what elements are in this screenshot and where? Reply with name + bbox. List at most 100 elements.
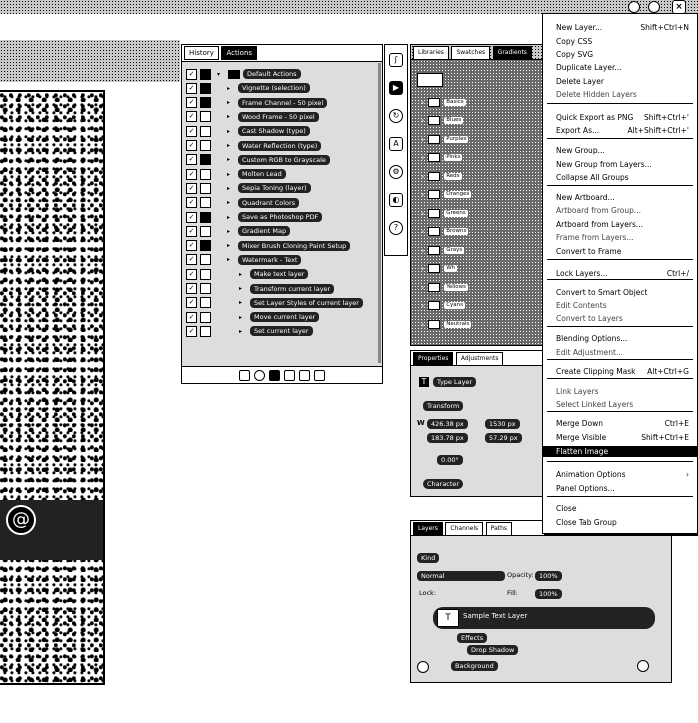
menu-item[interactable]: Create Clipping Mask Alt+Ctrl+G [543, 366, 697, 377]
tab-swatches[interactable]: Swatches [451, 46, 491, 60]
adjust-icon[interactable]: ◐ [389, 193, 403, 207]
expand-arrow-icon[interactable]: ▸ [227, 156, 235, 163]
checkmark-icon[interactable]: ✓ [186, 125, 197, 137]
checkmark-icon[interactable]: ✓ [186, 68, 197, 80]
gradient-folder[interactable]: › Blues [421, 116, 511, 126]
action-row[interactable]: ✓ ▸ Gradient Map [186, 224, 376, 238]
dialog-toggle-icon[interactable] [200, 311, 211, 323]
expand-arrow-icon[interactable]: › [421, 283, 424, 292]
search-icon[interactable] [628, 1, 640, 13]
filter-kind[interactable]: Kind [417, 553, 440, 563]
action-row[interactable]: ✓ ▸ Vignette (selection) [186, 81, 376, 95]
action-row[interactable]: ✓ ▸ Custom RGB to Grayscale [186, 153, 376, 167]
checkmark-icon[interactable]: ✓ [186, 82, 197, 94]
new-action-icon[interactable] [299, 369, 310, 381]
tab-channels[interactable]: Channels [445, 522, 484, 536]
tab-history[interactable]: History [184, 46, 219, 60]
expand-arrow-icon[interactable]: ▸ [227, 85, 235, 92]
tab-layers[interactable]: Layers [413, 522, 443, 536]
expand-arrow-icon[interactable]: ▸ [227, 171, 235, 178]
menu-item[interactable]: Artboard from Layers... [543, 219, 697, 230]
action-row[interactable]: ✓ ▸ Frame Channel - 50 pixel [186, 96, 376, 110]
close-icon[interactable]: × [672, 0, 686, 14]
checkmark-icon[interactable]: ✓ [186, 240, 197, 252]
action-row[interactable]: ✓ ▸ Save as Photoshop PDF [186, 210, 376, 224]
play-icon[interactable]: ▶ [389, 81, 403, 95]
dialog-toggle-icon[interactable] [200, 325, 211, 337]
expand-arrow-icon[interactable]: › [421, 116, 424, 125]
eye-icon[interactable] [417, 661, 429, 673]
menu-item[interactable]: Blending Options... [543, 333, 697, 344]
menu-item[interactable]: Copy CSS [543, 36, 697, 47]
character-button[interactable]: Character [423, 479, 464, 489]
action-row[interactable]: ✓ ▸ Transform current layer [186, 282, 376, 296]
menu-item[interactable]: New Group from Layers... [543, 159, 697, 170]
menu-item[interactable]: Lock Layers... Ctrl+/ [543, 268, 697, 279]
menu-item[interactable]: Convert to Smart Object [543, 287, 697, 298]
stop-icon[interactable] [239, 369, 250, 381]
expand-arrow-icon[interactable]: › [421, 98, 424, 107]
menu-item[interactable]: Convert to Layers [543, 313, 697, 324]
gradient-folder[interactable]: › Yellows [421, 282, 511, 292]
rotate-icon[interactable]: ↻ [389, 109, 403, 123]
checkmark-icon[interactable]: ✓ [186, 154, 197, 166]
expand-arrow-icon[interactable]: › [421, 172, 424, 181]
menu-item[interactable]: Delete Layer [543, 76, 697, 87]
expand-arrow-icon[interactable]: ▸ [227, 214, 235, 221]
menu-item[interactable]: Quick Export as PNG Shift+Ctrl+' [543, 112, 697, 123]
gradient-folder[interactable]: › Pinks [421, 153, 511, 163]
new-set-icon[interactable] [284, 369, 295, 381]
menu-item[interactable]: Collapse All Groups [543, 172, 697, 183]
help-icon[interactable]: ? [389, 221, 403, 235]
expand-arrow-icon[interactable]: › [421, 320, 424, 329]
action-row[interactable]: ✓ ▾ Default Actions [186, 67, 376, 81]
expand-arrow-icon[interactable]: › [421, 264, 424, 273]
gradient-folder[interactable]: › Greens [421, 208, 511, 218]
action-row[interactable]: ✓ ▸ Set Layer Styles of current layer [186, 296, 376, 310]
dialog-toggle-icon[interactable] [200, 97, 211, 109]
checkmark-icon[interactable]: ✓ [186, 311, 197, 323]
action-row[interactable]: ✓ ▸ Sepia Toning (layer) [186, 181, 376, 195]
dialog-toggle-icon[interactable] [200, 225, 211, 237]
dialog-toggle-icon[interactable] [200, 168, 211, 180]
expand-arrow-icon[interactable]: ▸ [227, 142, 235, 149]
menu-item[interactable]: Panel Options... [543, 483, 697, 494]
menu-item[interactable]: Frame from Layers... [543, 232, 697, 243]
expand-arrow-icon[interactable]: ▸ [239, 285, 247, 292]
layer-name[interactable]: Sample Text Layer [463, 612, 527, 620]
menu-item[interactable]: Merge Down Ctrl+E [543, 418, 697, 429]
expand-arrow-icon[interactable]: › [421, 153, 424, 162]
share-icon[interactable] [648, 1, 660, 13]
dialog-toggle-icon[interactable] [200, 211, 211, 223]
gradient-folder[interactable]: › Reds [421, 171, 511, 181]
action-row[interactable]: ✓ ▸ Quadrant Colors [186, 196, 376, 210]
angle-field[interactable]: 0.00° [437, 455, 463, 465]
checkmark-icon[interactable]: ✓ [186, 111, 197, 123]
checkmark-icon[interactable]: ✓ [186, 297, 197, 309]
fill-field[interactable]: 100% [535, 589, 562, 599]
expand-arrow-icon[interactable]: ▸ [227, 128, 235, 135]
expand-arrow-icon[interactable]: ▸ [227, 256, 235, 263]
delete-icon[interactable] [314, 369, 325, 381]
dialog-toggle-icon[interactable] [200, 297, 211, 309]
drop-shadow-row[interactable]: Drop Shadow [467, 645, 519, 655]
gradient-folder[interactable]: › Wh [421, 264, 511, 274]
checkmark-icon[interactable]: ✓ [186, 325, 197, 337]
checkmark-icon[interactable]: ✓ [186, 97, 197, 109]
menu-item[interactable]: New Group... [543, 145, 697, 156]
expand-arrow-icon[interactable]: › [421, 135, 424, 144]
menu-item[interactable]: Copy SVG [543, 49, 697, 60]
menu-item[interactable]: Artboard from Group... [543, 205, 697, 216]
dialog-toggle-icon[interactable] [200, 283, 211, 294]
dialog-toggle-icon[interactable] [200, 154, 211, 166]
menu-item[interactable]: Flatten Image [543, 446, 697, 457]
dialog-toggle-icon[interactable] [200, 111, 211, 123]
expand-arrow-icon[interactable]: ▾ [217, 71, 225, 78]
menu-item[interactable]: Edit Contents [543, 300, 697, 311]
action-row[interactable]: ✓ ▸ Wood Frame - 50 pixel [186, 110, 376, 124]
expand-arrow-icon[interactable]: ▸ [227, 113, 235, 120]
action-row[interactable]: ✓ ▸ Mixer Brush Cloning Paint Setup [186, 239, 376, 253]
menu-item[interactable]: Close Tab Group [543, 517, 697, 528]
layer-row-selected[interactable]: T Sample Text Layer [433, 607, 655, 629]
checkmark-icon[interactable]: ✓ [186, 197, 197, 209]
